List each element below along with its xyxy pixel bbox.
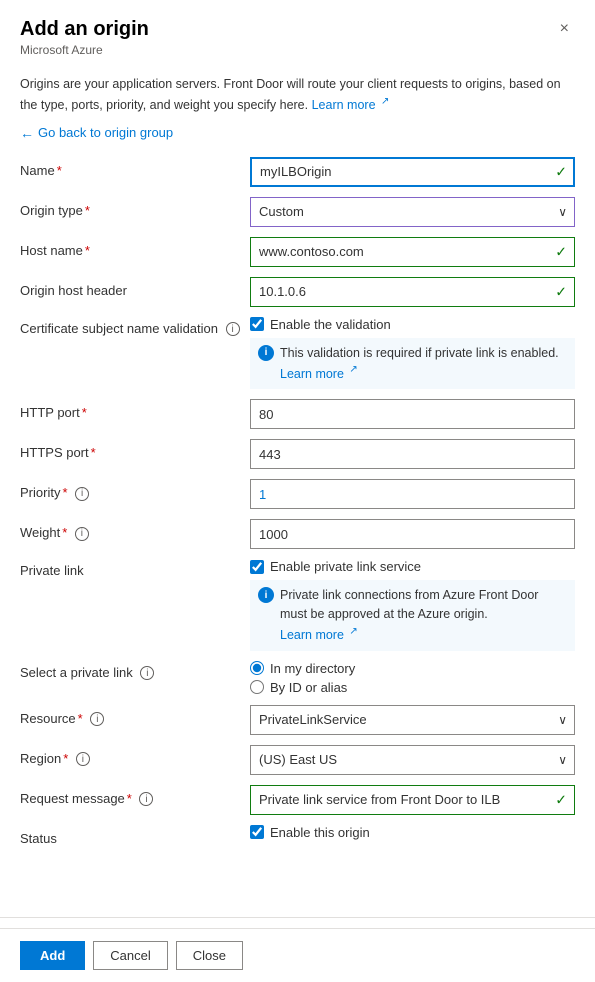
add-origin-panel: Add an origin Microsoft Azure × Origins … (0, 0, 595, 982)
request-message-info-icon[interactable]: i (139, 792, 153, 806)
footer-close-button[interactable]: Close (176, 941, 243, 970)
region-select[interactable]: (US) East US (US) West US (250, 745, 575, 775)
region-label: Region* i (20, 745, 250, 767)
origin-host-header-label: Origin host header (20, 277, 250, 298)
cancel-button[interactable]: Cancel (93, 941, 167, 970)
description-text: Origins are your application servers. Fr… (20, 75, 575, 115)
panel-footer: Add Cancel Close (0, 928, 595, 982)
weight-info-icon[interactable]: i (75, 527, 89, 541)
priority-row: Priority* i (20, 479, 575, 509)
origin-host-header-check-icon: ✓ (555, 283, 567, 300)
region-row: Region* i (US) East US (US) West US ∨ (20, 745, 575, 775)
http-port-row: HTTP port* (20, 399, 575, 429)
host-name-label: Host name* (20, 237, 250, 258)
add-button[interactable]: Add (20, 941, 85, 970)
status-checkbox-row: Enable this origin (250, 825, 575, 840)
host-name-check-icon: ✓ (555, 243, 567, 260)
weight-row: Weight* i (20, 519, 575, 549)
back-to-origin-group-link[interactable]: ← Go back to origin group (20, 125, 575, 141)
priority-info-icon[interactable]: i (75, 487, 89, 501)
select-private-link-label: Select a private link i (20, 661, 250, 681)
http-port-label: HTTP port* (20, 399, 250, 420)
private-link-checkbox[interactable] (250, 560, 264, 574)
weight-label: Weight* i (20, 519, 250, 541)
panel-body: Origins are your application servers. Fr… (0, 65, 595, 907)
host-name-field-row: Host name* ✓ (20, 237, 575, 267)
cert-validation-info-icon[interactable]: i (226, 322, 240, 336)
select-private-link-info-icon[interactable]: i (140, 666, 154, 680)
private-link-info-text: Private link connections from Azure Fron… (280, 586, 567, 644)
http-port-input[interactable] (250, 399, 575, 429)
resource-row: Resource* i PrivateLinkService ∨ (20, 705, 575, 735)
origin-type-label: Origin type* (20, 197, 250, 218)
origin-host-header-row: Origin host header ✓ (20, 277, 575, 307)
cert-validation-label: Certificate subject name validation i (20, 317, 250, 337)
status-label: Status (20, 825, 250, 846)
cert-validation-checkbox-label: Enable the validation (270, 317, 391, 332)
private-link-info-box: i Private link connections from Azure Fr… (250, 580, 575, 650)
select-private-link-row: Select a private link i In my directory … (20, 661, 575, 695)
host-name-input[interactable] (250, 237, 575, 267)
name-input[interactable] (250, 157, 575, 187)
panel-title: Add an origin (20, 18, 149, 41)
radio-by-id-row: By ID or alias (250, 680, 575, 695)
request-message-label: Request message* i (20, 785, 250, 807)
origin-type-field-row: Origin type* Custom App Services Storage… (20, 197, 575, 227)
radio-in-my-directory-row: In my directory (250, 661, 575, 676)
private-link-checkbox-row: Enable private link service (250, 559, 575, 574)
radio-in-my-directory[interactable] (250, 661, 264, 675)
request-message-input[interactable] (250, 785, 575, 815)
private-link-info-circle-icon: i (258, 587, 274, 603)
priority-input[interactable] (250, 479, 575, 509)
https-port-input[interactable] (250, 439, 575, 469)
radio-by-id-label: By ID or alias (270, 680, 347, 695)
panel-header: Add an origin Microsoft Azure × (0, 0, 595, 65)
origin-host-header-input[interactable] (250, 277, 575, 307)
cert-info-circle-icon: i (258, 345, 274, 361)
resource-select[interactable]: PrivateLinkService (250, 705, 575, 735)
private-link-radio-group: In my directory By ID or alias (250, 661, 575, 695)
private-link-row: Private link Enable private link service… (20, 559, 575, 650)
radio-by-id-or-alias[interactable] (250, 680, 264, 694)
private-link-checkbox-label: Enable private link service (270, 559, 421, 574)
status-row: Status Enable this origin (20, 825, 575, 855)
status-enable-checkbox[interactable] (250, 825, 264, 839)
cert-learn-more-external-icon: ↗ (349, 364, 357, 375)
radio-in-my-directory-label: In my directory (270, 661, 355, 676)
https-port-label: HTTPS port* (20, 439, 250, 460)
description-learn-more-link[interactable]: Learn more ↗ (312, 98, 390, 112)
priority-label: Priority* i (20, 479, 250, 501)
name-label: Name* (20, 157, 250, 178)
footer-divider (0, 917, 595, 918)
private-link-external-icon: ↗ (349, 626, 357, 637)
cert-validation-row: Certificate subject name validation i En… (20, 317, 575, 390)
request-message-row: Request message* i ✓ (20, 785, 575, 815)
cert-validation-info-text: This validation is required if private l… (280, 344, 559, 384)
cert-validation-learn-more-link[interactable]: Learn more ↗ (280, 367, 358, 381)
cert-validation-info-box: i This validation is required if private… (250, 338, 575, 390)
name-field-row: Name* ✓ (20, 157, 575, 187)
close-button[interactable]: × (554, 18, 575, 40)
name-check-icon: ✓ (555, 163, 567, 180)
weight-input[interactable] (250, 519, 575, 549)
panel-subtitle: Microsoft Azure (20, 43, 149, 57)
resource-label: Resource* i (20, 705, 250, 727)
cert-validation-checkbox[interactable] (250, 317, 264, 331)
status-checkbox-label: Enable this origin (270, 825, 370, 840)
origin-type-select[interactable]: Custom App Services Storage (250, 197, 575, 227)
back-arrow-icon: ← (20, 125, 34, 141)
cert-validation-checkbox-row: Enable the validation (250, 317, 575, 332)
region-info-icon[interactable]: i (76, 752, 90, 766)
request-message-check-icon: ✓ (555, 791, 567, 808)
https-port-row: HTTPS port* (20, 439, 575, 469)
resource-info-icon[interactable]: i (90, 712, 104, 726)
private-link-learn-more-link[interactable]: Learn more ↗ (280, 628, 358, 642)
private-link-label: Private link (20, 559, 250, 578)
external-link-icon: ↗ (381, 96, 389, 107)
